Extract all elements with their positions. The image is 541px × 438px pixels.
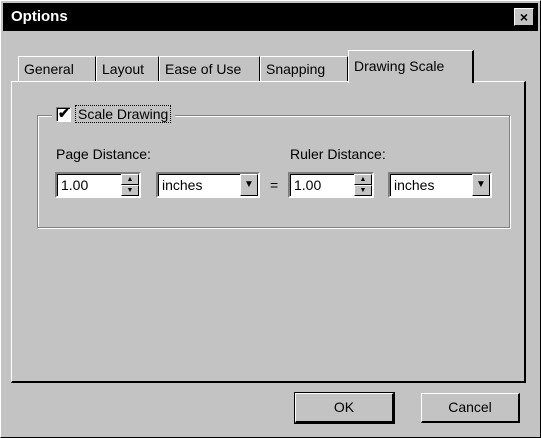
dropdown-arrow-icon[interactable]: ▼ <box>240 174 258 196</box>
ruler-distance-value[interactable]: 1.00 <box>294 177 321 193</box>
page-distance-unit-select[interactable]: inches ▼ <box>156 172 260 198</box>
spin-up-icon[interactable]: ▲ <box>121 174 139 185</box>
equals-sign: = <box>270 177 279 193</box>
title-bar: Options × <box>3 3 538 31</box>
ruler-distance-spinner[interactable]: 1.00 ▲ ▼ <box>288 172 374 198</box>
page-distance-value[interactable]: 1.00 <box>61 177 88 193</box>
spin-up-icon[interactable]: ▲ <box>354 174 372 185</box>
spin-down-icon[interactable]: ▼ <box>121 185 139 196</box>
ruler-distance-unit: inches <box>394 177 435 193</box>
page-distance-label: Page Distance: <box>56 146 151 162</box>
ruler-distance-label: Ruler Distance: <box>290 146 386 162</box>
tab-drawing-scale[interactable]: Drawing Scale <box>348 50 474 83</box>
scale-drawing-checkbox[interactable]: ✔ <box>56 104 71 122</box>
scale-drawing-toggle[interactable]: ✔ Scale Drawing <box>52 103 176 125</box>
close-icon[interactable]: × <box>514 8 534 26</box>
window-title: Options <box>11 8 68 25</box>
cancel-button[interactable]: Cancel <box>421 393 520 423</box>
page-distance-spinner[interactable]: 1.00 ▲ ▼ <box>55 172 141 198</box>
tab-ease-of-use[interactable]: Ease of Use <box>159 56 260 81</box>
spin-down-icon[interactable]: ▼ <box>354 185 372 196</box>
page-distance-unit: inches <box>162 177 203 193</box>
tab-layout[interactable]: Layout <box>96 56 159 81</box>
tab-snapping[interactable]: Snapping <box>260 56 348 81</box>
tab-general[interactable]: General <box>18 56 96 81</box>
ruler-distance-unit-select[interactable]: inches ▼ <box>388 172 492 198</box>
dropdown-arrow-icon[interactable]: ▼ <box>472 174 490 196</box>
ok-button[interactable]: OK <box>294 392 395 424</box>
checkmark-icon: ✔ <box>58 104 70 121</box>
scale-drawing-label[interactable]: Scale Drawing <box>75 105 172 123</box>
